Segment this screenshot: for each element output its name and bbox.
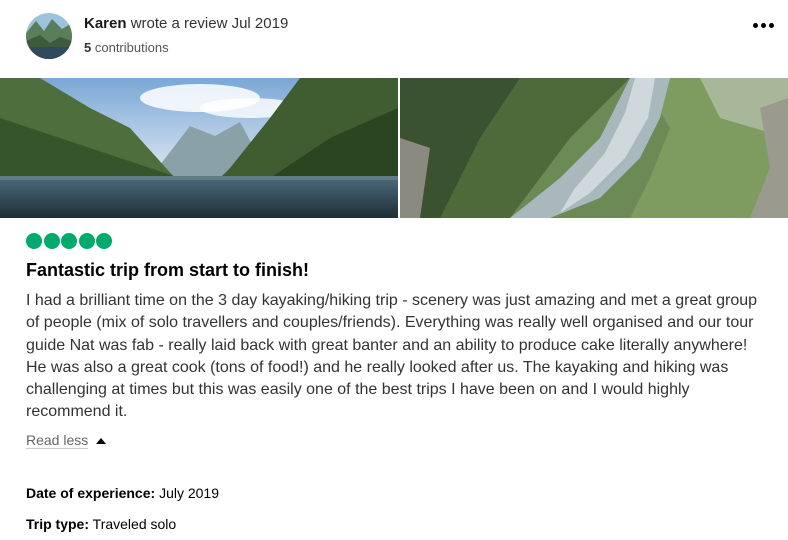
review-author-line: Karen wrote a review Jul 2019 (84, 15, 288, 32)
rating-bubbles (26, 233, 114, 249)
rating-bubble-icon (26, 233, 42, 249)
review-photos (0, 78, 788, 218)
more-options-icon[interactable] (748, 13, 778, 37)
review-action: wrote a review (130, 15, 228, 32)
read-less-label: Read less (26, 432, 89, 449)
contributions: 5 contributions (84, 40, 169, 55)
date-of-experience: Date of experience: July 2019 (26, 485, 219, 501)
contributions-label: contributions (94, 40, 169, 55)
review-title[interactable]: Fantastic trip from start to finish! (26, 260, 309, 281)
avatar[interactable] (26, 13, 72, 59)
avatar-image (26, 13, 72, 59)
review-photo-2[interactable] (400, 78, 788, 218)
rating-bubble-icon (78, 233, 95, 249)
trip-type: Trip type: Traveled solo (26, 516, 176, 532)
rating-bubble-icon (61, 233, 77, 249)
review-header: Karen wrote a review Jul 2019 5 contribu… (26, 13, 778, 63)
author-name[interactable]: Karen (84, 15, 127, 32)
review-body: I had a brilliant time on the 3 day kaya… (26, 292, 758, 421)
rating-bubble-icon (43, 233, 60, 249)
trip-type-label: Trip type: (26, 516, 90, 532)
rating-bubble-icon (96, 233, 112, 249)
read-less-link[interactable]: Read less (26, 432, 107, 449)
caret-up-icon (96, 437, 107, 444)
review-photo-1[interactable] (0, 78, 398, 218)
trip-type-value: Traveled solo (92, 516, 177, 532)
date-of-experience-label: Date of experience: (26, 485, 156, 501)
fjord-aerial-photo (400, 78, 788, 218)
contributions-count: 5 (84, 40, 92, 55)
date-of-experience-value: July 2019 (159, 485, 219, 501)
fjord-photo (0, 78, 398, 218)
review-date: Jul 2019 (231, 15, 289, 32)
